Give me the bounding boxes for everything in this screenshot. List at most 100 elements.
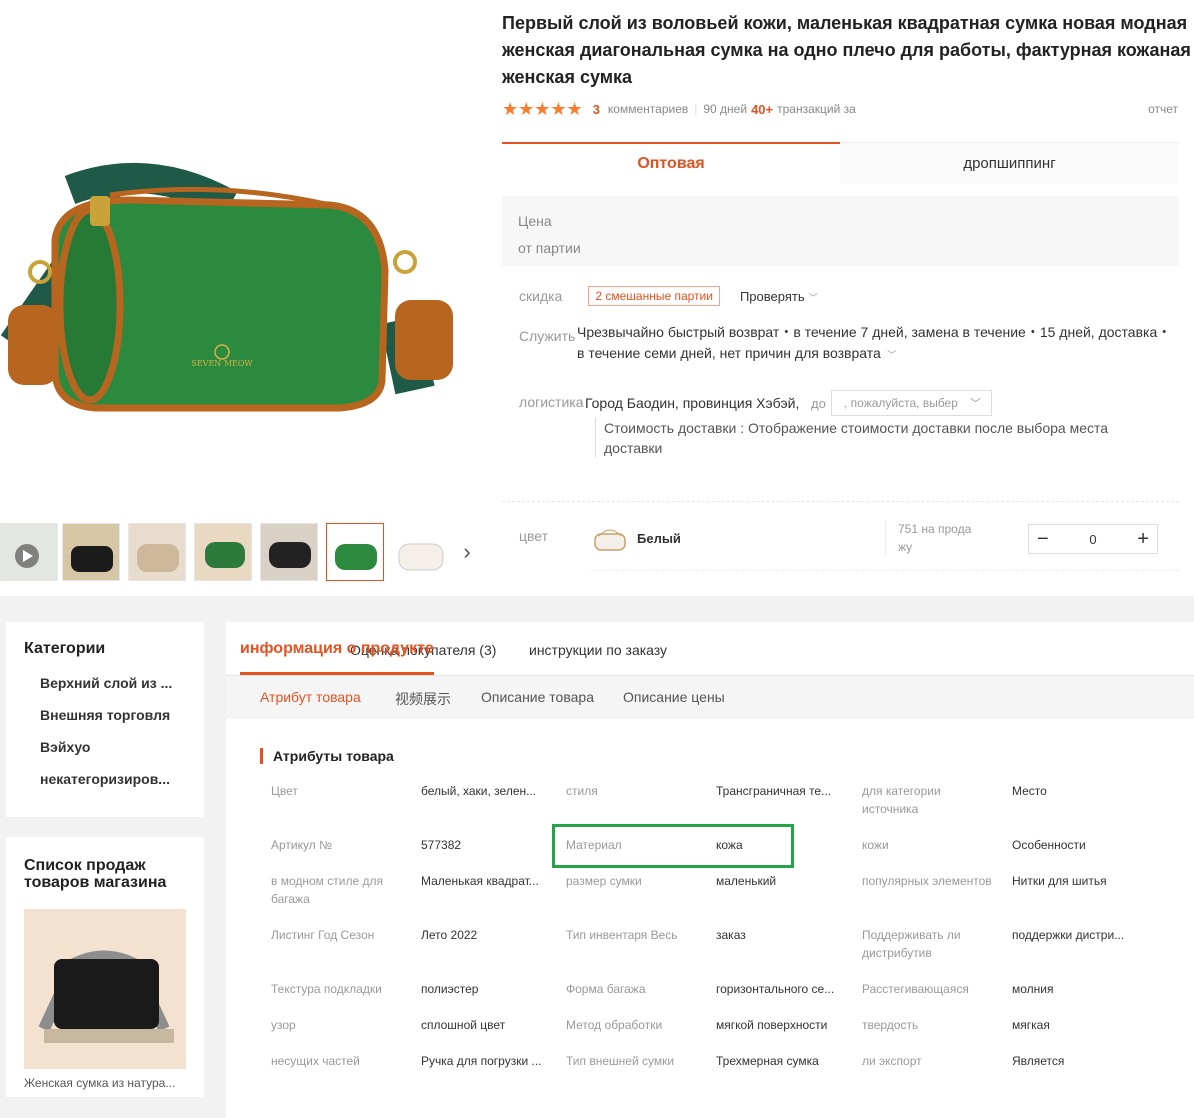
subtab-attributes[interactable]: Атрибут товара <box>260 689 361 705</box>
price-box: Цена от партии <box>502 196 1179 266</box>
service-label: Служить <box>519 328 576 344</box>
thumbnail-2[interactable] <box>62 523 120 581</box>
attr-key: стиля <box>566 784 598 798</box>
color-row: цвет Белый 751 на прода жу − 0 + <box>519 520 1179 574</box>
plus-button[interactable]: + <box>1137 529 1149 549</box>
attr-value: поддержки дистри... <box>1012 928 1125 942</box>
destination-placeholder: , пожалуйста, выбер <box>844 396 958 410</box>
period-label: 90 дней <box>703 102 748 116</box>
product-info-panel: Оценка покупателя (3) информация о проду… <box>226 622 1194 1118</box>
logistics-label: логистика <box>519 394 584 410</box>
attr-value: 577382 <box>421 838 462 852</box>
attr-key: Текстура подкладки <box>271 982 382 996</box>
chevron-down-icon: ﹀ <box>970 398 981 410</box>
attr-value: сплошной цвет <box>421 1018 506 1032</box>
quantity-stepper[interactable]: − 0 + <box>1028 524 1158 554</box>
attr-value: заказ <box>716 928 746 942</box>
category-item[interactable]: Вэйхуо <box>40 736 190 768</box>
tab-order-instructions[interactable]: инструкции по заказу <box>529 642 667 658</box>
batch-label: от партии <box>518 240 581 256</box>
service-text-content: Чрезвычайно быстрый возврат・в течение 7 … <box>577 324 1172 361</box>
product-title: Первый слой из воловьей кожи, маленькая … <box>502 13 1191 87</box>
attr-key: Листинг Год Сезон <box>271 928 375 942</box>
attr-key: популярных элементов <box>862 874 992 888</box>
material-highlight-box <box>552 824 794 868</box>
discount-row: скидка 2 смешанные партии Проверять ﹀ <box>519 284 818 308</box>
destination-select[interactable]: , пожалуйста, выбер ﹀ <box>831 390 992 416</box>
stock-line-1: 751 на прода <box>898 522 972 536</box>
comments-count[interactable]: 3 <box>593 102 600 117</box>
discount-label: скидка <box>519 288 563 304</box>
attr-key: ли экспорт <box>862 1054 922 1068</box>
store-sales-panel: Список продаж товаров магазина Женская с… <box>6 837 204 1097</box>
rating-stars-icon: ★★★★★ <box>502 98 583 119</box>
chevron-right-icon[interactable]: › <box>458 523 476 581</box>
color-label: цвет <box>519 528 549 544</box>
main-product-image[interactable]: SEVEN MEOW <box>0 0 478 510</box>
check-label: Проверять <box>739 288 805 304</box>
transactions-count: 40+ <box>751 101 774 117</box>
category-item[interactable]: Верхний слой из ... <box>40 672 190 704</box>
thumbnail-1[interactable] <box>0 523 58 581</box>
service-text[interactable]: Чрезвычайно быстрый возврат・в течение 7 … <box>577 322 1177 366</box>
brand-logo: SEVEN MEOW <box>191 359 253 368</box>
attr-value: Лето 2022 <box>421 928 478 942</box>
attr-value: Трехмерная сумка <box>716 1054 819 1068</box>
chevron-down-icon: ﹀ <box>884 350 897 360</box>
attr-value: Нитки для шитья <box>1012 874 1107 888</box>
sales-title: Список продаж товаров магазина <box>24 857 167 891</box>
report-link[interactable]: отчет <box>1148 102 1178 116</box>
attr-key: Тип внешней сумки <box>566 1054 675 1068</box>
attr-value: полиэстер <box>421 982 479 996</box>
sub-tabs: Атрибут товара 视频展示 Описание товара Опис… <box>226 676 1194 718</box>
sales-product-image[interactable] <box>24 909 186 1069</box>
sales-product-caption[interactable]: Женская сумка из натура... <box>24 1076 186 1090</box>
subtab-description[interactable]: Описание товара <box>481 689 594 705</box>
mixed-batch-badge[interactable]: 2 смешанные партии <box>588 286 720 306</box>
quantity-value[interactable]: 0 <box>1089 532 1096 547</box>
attr-value: Место <box>1012 784 1047 798</box>
category-item[interactable]: Внешняя торговля <box>40 704 190 736</box>
attr-value: мягкая <box>1012 1018 1050 1032</box>
minus-button[interactable]: − <box>1037 529 1049 549</box>
divider <box>502 501 1179 502</box>
info-tabs: Оценка покупателя (3) информация о проду… <box>226 622 1194 676</box>
attr-key: Расстегивающаяся <box>862 982 969 996</box>
tab-dropshipping[interactable]: дропшиппинг <box>840 142 1179 184</box>
attr-key: Цвет <box>271 784 298 798</box>
thumbnail-3[interactable] <box>128 523 186 581</box>
categories-panel: Категории Верхний слой из ... Внешняя то… <box>6 622 204 817</box>
attr-value: Маленькая квадрат... <box>421 874 539 888</box>
attr-value: маленький <box>716 874 777 888</box>
transactions-label: транзакций за <box>777 102 856 116</box>
attributes-title: Атрибуты товара <box>260 748 394 764</box>
thumbnail-5[interactable] <box>260 523 318 581</box>
attr-value: белый, хаки, зелен... <box>421 784 537 798</box>
thumbnail-6-selected[interactable] <box>326 523 384 581</box>
subtab-price-description[interactable]: Описание цены <box>623 689 725 705</box>
check-dropdown[interactable]: Проверять ﹀ <box>740 289 818 304</box>
subtab-video[interactable]: 视频展示 <box>395 689 451 709</box>
attr-key: в модном стиле для багажа <box>271 874 383 906</box>
to-label: до <box>811 396 826 411</box>
tab-product-info[interactable]: информация о продукте <box>240 640 434 658</box>
attr-value: Является <box>1012 1054 1065 1068</box>
thumbnail-7[interactable] <box>392 523 450 581</box>
attr-value: горизонтального се... <box>716 982 835 996</box>
thumbnail-4[interactable] <box>194 523 252 581</box>
category-item[interactable]: некатегоризиров... <box>40 768 190 800</box>
attr-key: Поддерживать ли дистрибутив <box>862 928 961 960</box>
attr-key: несущих частей <box>271 1054 360 1068</box>
comments-label[interactable]: комментариев <box>608 102 688 116</box>
chevron-down-icon: ﹀ <box>808 292 818 303</box>
attr-value: молния <box>1012 982 1054 996</box>
color-swatch-white[interactable] <box>591 524 629 556</box>
attr-key: Метод обработки <box>566 1018 663 1032</box>
tab-wholesale[interactable]: Оптовая <box>502 142 840 184</box>
attr-key: узор <box>271 1018 296 1032</box>
attr-key: Форма багажа <box>566 982 646 996</box>
color-name[interactable]: Белый <box>637 531 681 546</box>
active-tab-indicator <box>240 672 434 675</box>
purchase-mode-tabs: Оптовая дропшиппинг <box>502 142 1179 184</box>
attr-value: мягкой поверхности <box>716 1018 828 1032</box>
